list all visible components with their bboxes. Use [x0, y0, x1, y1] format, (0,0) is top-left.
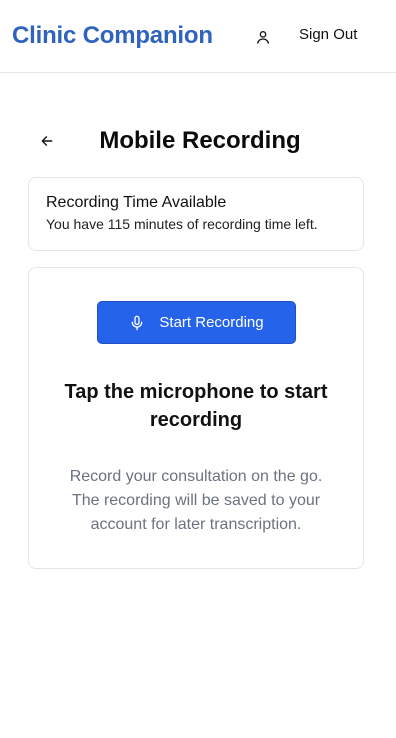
sign-out-button[interactable]: Sign Out	[299, 26, 357, 43]
top-nav-bar: Clinic Companion Sign Out	[0, 0, 396, 73]
microphone-icon	[129, 314, 145, 332]
back-button[interactable]	[34, 128, 60, 154]
recording-prompt: Tap the microphone to start recording	[64, 381, 328, 431]
arrow-left-icon	[41, 136, 53, 146]
app-brand-title[interactable]: Clinic Companion	[12, 22, 213, 50]
page-title: Mobile Recording	[99, 127, 301, 154]
recorder-card: Start Recording Tap the microphone to st…	[28, 267, 364, 569]
recording-helper-text: Record your consultation on the go. The …	[69, 468, 323, 533]
start-recording-button[interactable]: Start Recording	[97, 301, 296, 344]
recording-time-card: Recording Time Available You have 115 mi…	[28, 177, 364, 251]
user-profile-button[interactable]	[250, 24, 276, 50]
user-icon	[257, 31, 269, 44]
recording-time-title: Recording Time Available	[46, 194, 227, 211]
start-recording-label: Start Recording	[159, 314, 264, 331]
recording-time-description: You have 115 minutes of recording time l…	[46, 216, 318, 232]
